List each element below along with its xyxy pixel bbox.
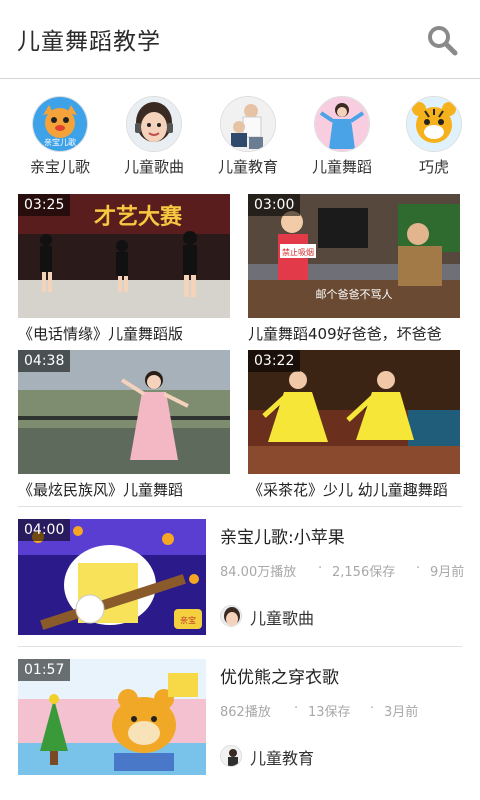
video-title: 优优熊之穿衣歌 bbox=[220, 668, 339, 688]
video-thumbnail: 04:38 bbox=[18, 350, 230, 474]
meta-dot: · bbox=[318, 561, 323, 576]
channel-name: 儿童教育 bbox=[250, 749, 315, 768]
category-label: 亲宝儿歌 bbox=[29, 158, 90, 176]
video-title: 《电话情缘》儿童舞蹈版 bbox=[18, 325, 184, 343]
video-title: 《最炫民族风》儿童舞蹈 bbox=[18, 481, 184, 499]
app-bar: 儿童舞蹈教学 bbox=[0, 0, 480, 79]
category-ertong-jiaoyu[interactable]: 儿童教育 bbox=[203, 96, 293, 177]
play-count: 84.00万播放 bbox=[220, 565, 297, 580]
thumb-overlay-text: 邮个爸爸不骂人 bbox=[316, 288, 393, 301]
video-title: 儿童舞蹈409好爸爸，坏爸爸 bbox=[248, 325, 442, 343]
channel-avatar bbox=[220, 745, 242, 767]
category-avatar bbox=[314, 96, 370, 152]
video-thumbnail: 禁止吸烟 邮个爸爸不骂人 03:00 bbox=[248, 194, 460, 318]
duration-badge: 03:22 bbox=[248, 350, 301, 372]
video-card[interactable]: 禁止吸烟 邮个爸爸不骂人 03:00 儿童舞蹈409好爸爸，坏爸爸 bbox=[248, 194, 460, 344]
search-icon[interactable] bbox=[426, 24, 458, 56]
list-item[interactable]: 01:57 优优熊之穿衣歌 862播放 · 13保存 · 3月前 儿童教育 bbox=[18, 659, 462, 775]
category-label: 儿童歌曲 bbox=[123, 158, 184, 176]
page-title: 儿童舞蹈教学 bbox=[17, 29, 161, 55]
video-title: 《采茶花》少儿 幼儿童趣舞蹈 bbox=[248, 481, 448, 499]
video-thumbnail: 才艺大赛 03:25 bbox=[18, 194, 230, 318]
video-card[interactable]: 03:22 《采茶花》少儿 幼儿童趣舞蹈 bbox=[248, 350, 460, 500]
category-qinbao-erge[interactable]: 亲宝儿歌 亲宝儿歌 bbox=[15, 96, 105, 177]
duration-badge: 03:00 bbox=[248, 194, 301, 216]
thumb-logo-text: 亲宝 bbox=[180, 615, 196, 625]
duration-badge: 04:38 bbox=[18, 350, 71, 372]
channel-avatar bbox=[220, 605, 242, 627]
category-avatar: 亲宝儿歌 bbox=[32, 96, 88, 152]
category-avatar bbox=[220, 96, 276, 152]
video-card[interactable]: 04:38 《最炫民族风》儿童舞蹈 bbox=[18, 350, 230, 500]
category-avatar bbox=[126, 96, 182, 152]
save-count: 13保存 bbox=[308, 705, 351, 720]
meta-dot: · bbox=[294, 701, 299, 716]
upload-age: 3月前 bbox=[384, 705, 419, 720]
video-thumbnail: 03:22 bbox=[248, 350, 460, 474]
category-row: 亲宝儿歌 亲宝儿歌 儿童歌曲 儿童教育 儿童舞蹈 巧虎 bbox=[0, 96, 480, 176]
category-qiaohu[interactable]: 巧虎 bbox=[389, 96, 479, 177]
meta-dot: · bbox=[370, 701, 375, 716]
video-card[interactable]: 才艺大赛 03:25 《电话情缘》儿童舞蹈版 bbox=[18, 194, 230, 344]
category-ertong-gequ[interactable]: 儿童歌曲 bbox=[109, 96, 199, 177]
duration-badge: 01:57 bbox=[18, 659, 71, 681]
video-title: 亲宝儿歌:小苹果 bbox=[220, 528, 345, 548]
video-thumbnail: 01:57 bbox=[18, 659, 206, 775]
play-count: 862播放 bbox=[220, 705, 271, 720]
meta-dot: · bbox=[416, 561, 421, 576]
category-label: 儿童教育 bbox=[217, 158, 278, 176]
duration-badge: 04:00 bbox=[18, 519, 71, 541]
category-label: 儿童舞蹈 bbox=[311, 158, 372, 176]
list-item[interactable]: 亲宝 04:00 亲宝儿歌:小苹果 84.00万播放 · 2,156保存 · 9… bbox=[18, 519, 465, 635]
category-badge-text: 亲宝儿歌 bbox=[44, 137, 76, 147]
divider bbox=[18, 506, 462, 507]
save-count: 2,156保存 bbox=[332, 565, 396, 580]
thumb-sign-text: 禁止吸烟 bbox=[282, 247, 314, 257]
category-label: 巧虎 bbox=[418, 158, 449, 176]
category-ertong-wudao[interactable]: 儿童舞蹈 bbox=[297, 96, 387, 177]
divider bbox=[18, 646, 462, 647]
upload-age: 9月前 bbox=[430, 565, 465, 580]
duration-badge: 03:25 bbox=[18, 194, 71, 216]
category-avatar bbox=[406, 96, 462, 152]
thumb-overlay-text: 才艺大赛 bbox=[94, 204, 183, 230]
video-thumbnail: 亲宝 04:00 bbox=[18, 519, 206, 635]
channel-name: 儿童歌曲 bbox=[250, 609, 315, 628]
